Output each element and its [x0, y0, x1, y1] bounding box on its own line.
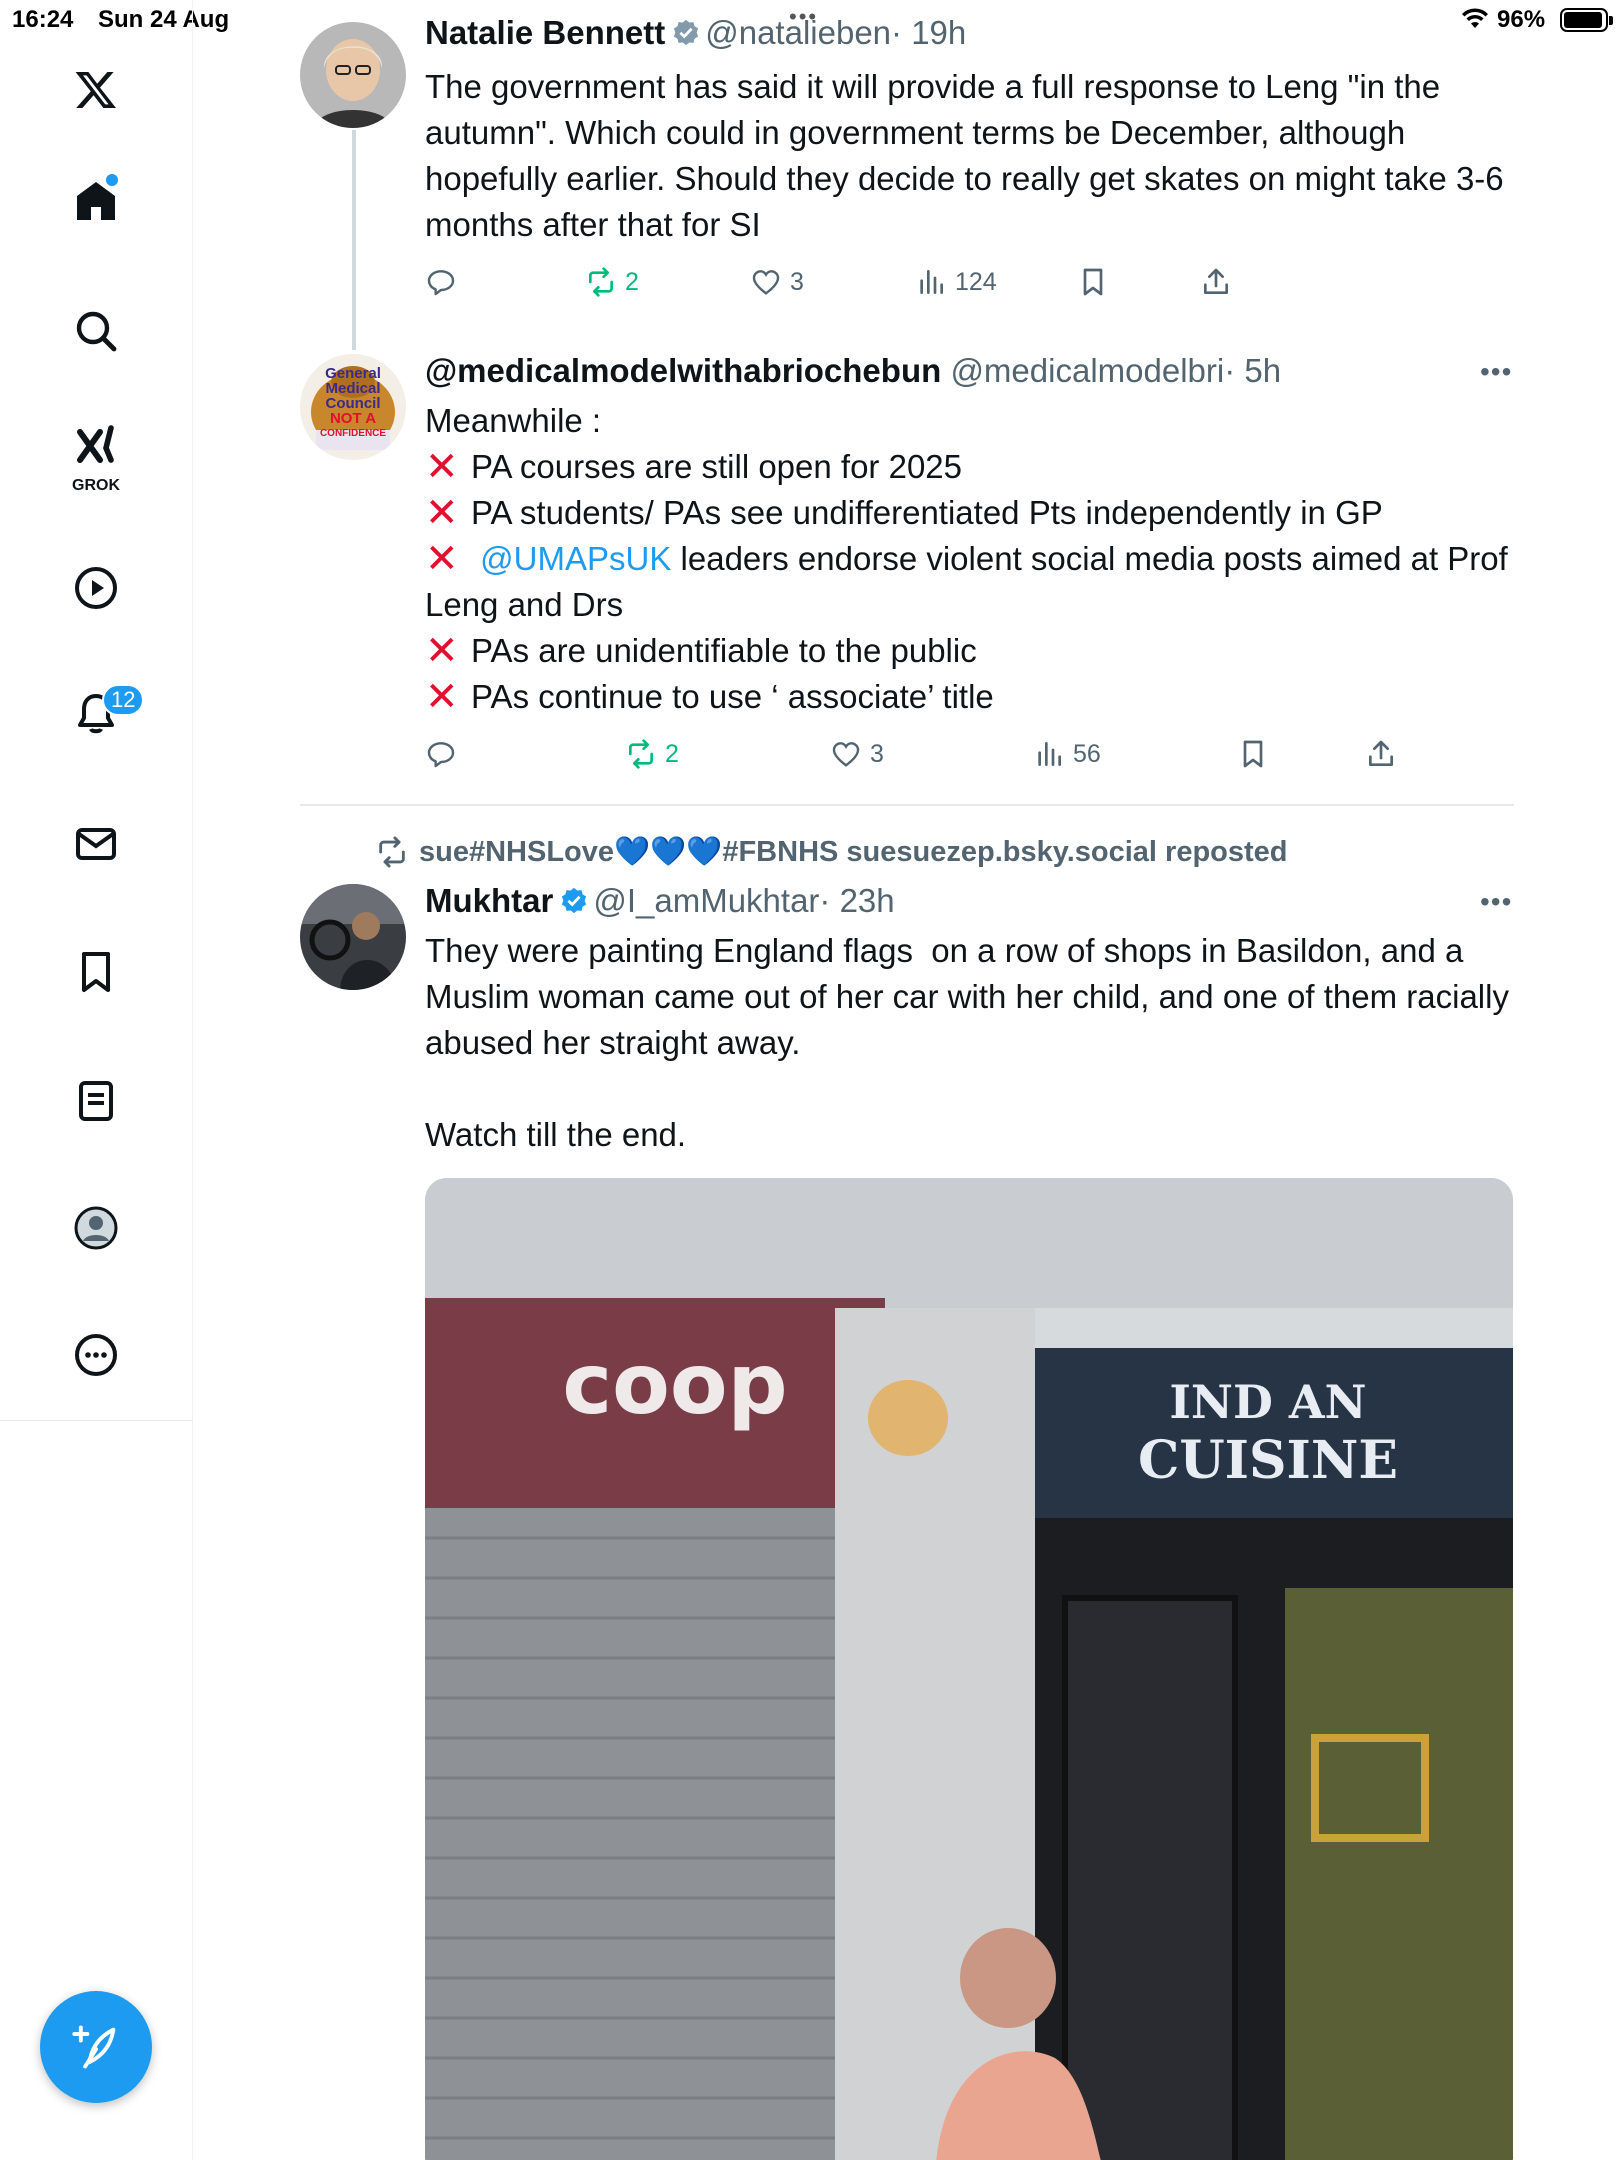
tweet-header: @medicalmodelwithabriochebun @medicalmod…	[425, 352, 1281, 390]
repost-button[interactable]: 2	[625, 738, 679, 770]
author-handle[interactable]: @natalieben	[705, 14, 891, 51]
x-logo-icon[interactable]	[55, 49, 137, 131]
tweet-video[interactable]: coop IND AN CUISINE	[425, 1178, 1513, 2160]
author-name[interactable]: @medicalmodelwithabriochebun	[425, 352, 941, 389]
compose-post-button[interactable]	[40, 1991, 152, 2103]
tweet-header: Natalie Bennett @natalieben· 19h	[425, 14, 966, 52]
bookmark-button[interactable]	[1077, 266, 1109, 298]
heart-icon	[832, 742, 860, 767]
author-name[interactable]: Natalie Bennett	[425, 14, 665, 51]
bookmarks-icon[interactable]	[55, 931, 137, 1013]
views-count: 124	[955, 267, 997, 296]
like-button[interactable]: 3	[830, 738, 884, 770]
avatar-natalie-bennett[interactable]	[300, 22, 406, 128]
reply-icon	[427, 270, 455, 296]
reposted-by-text: sue#NHSLove💙💙💙#FBNHS suesuezep.bsky.soci…	[419, 836, 1288, 868]
tweet-text: Meanwhile : ✕ PA courses are still open f…	[425, 398, 1525, 720]
avatar-mukhtar[interactable]	[300, 884, 406, 990]
notifications-badge: 12	[102, 684, 145, 716]
bullet-item: PAs are unidentifiable to the public	[471, 632, 977, 669]
reply-button[interactable]	[425, 738, 457, 770]
sidebar: GROK 12	[0, 0, 193, 2160]
repost-button[interactable]: 2	[585, 266, 639, 298]
tweet-more-icon[interactable]: •••	[1480, 356, 1512, 388]
bookmark-icon	[1083, 268, 1103, 296]
tweet-separator	[300, 804, 1514, 806]
wifi-icon	[1460, 6, 1490, 37]
heart-icon	[752, 270, 780, 295]
like-count: 3	[790, 267, 804, 296]
cross-mark-icon: ✕	[425, 675, 459, 719]
tweet-text-intro: Meanwhile :	[425, 402, 602, 439]
share-icon	[1204, 268, 1228, 294]
cross-mark-icon: ✕	[425, 445, 459, 489]
tweet-time: · 19h	[891, 14, 967, 51]
verified-badge-icon	[562, 887, 587, 914]
battery-percent: 96%	[1497, 6, 1546, 33]
verified-badge-icon	[674, 19, 699, 46]
share-icon	[1369, 740, 1393, 766]
repost-count: 2	[665, 739, 679, 768]
avatar-medicalmodel-text: General Medical Council NOT A CONFIDENCE	[319, 365, 387, 439]
views-button[interactable]: 124	[915, 266, 997, 298]
bullet-item: PAs continue to use ‘ associate’ title	[471, 678, 994, 715]
share-button[interactable]	[1200, 266, 1232, 298]
video-sign-indian: IND AN	[1169, 1375, 1366, 1429]
tweet-header: Mukhtar @I_amMukhtar· 23h	[425, 882, 895, 920]
reply-button[interactable]	[425, 266, 457, 298]
grok-label: GROK	[72, 477, 120, 494]
views-count: 56	[1073, 739, 1101, 768]
bullet-item: PA courses are still open for 2025	[471, 448, 963, 485]
tweet-actions: 2 3 124	[425, 266, 1425, 306]
sidebar-divider	[0, 1420, 193, 1421]
tweet-text: They were painting England flags on a ro…	[425, 932, 1509, 1153]
video-frame: coop IND AN CUISINE	[425, 1178, 1513, 2160]
mention-link[interactable]: @UMAPsUK	[480, 540, 671, 577]
author-handle[interactable]: @I_amMukhtar	[593, 882, 819, 919]
lists-icon[interactable]	[55, 1060, 137, 1142]
author-handle[interactable]: @medicalmodelbri	[950, 352, 1224, 389]
home-icon[interactable]	[55, 160, 137, 242]
bookmark-icon	[1243, 740, 1263, 768]
views-icon	[920, 270, 943, 294]
more-icon[interactable]	[55, 1314, 137, 1396]
views-button[interactable]: 56	[1033, 738, 1101, 770]
messages-icon[interactable]	[55, 803, 137, 885]
video-sign-coop: coop	[562, 1335, 787, 1433]
repost-count: 2	[625, 267, 639, 296]
tweet-time: · 23h	[819, 882, 895, 919]
cross-mark-icon: ✕	[425, 537, 459, 581]
thread-connector-line	[352, 130, 356, 350]
reply-icon	[427, 742, 455, 768]
tweet-text: The government has said it will provide …	[425, 68, 1513, 243]
grok-icon[interactable]	[55, 405, 137, 487]
repost-icon	[379, 836, 405, 868]
reposted-by-line[interactable]: sue#NHSLove💙💙💙#FBNHS suesuezep.bsky.soci…	[375, 835, 1288, 869]
share-button[interactable]	[1365, 738, 1397, 770]
tweet-time: · 5h	[1224, 352, 1282, 389]
cross-mark-icon: ✕	[425, 491, 459, 535]
profile-icon[interactable]	[55, 1187, 137, 1269]
like-button[interactable]: 3	[750, 266, 804, 298]
like-count: 3	[870, 739, 884, 768]
bullet-item: PA students/ PAs see undifferentiated Pt…	[471, 494, 1383, 531]
tweet-actions: 2 3 56	[425, 738, 1425, 778]
author-name[interactable]: Mukhtar	[425, 882, 553, 919]
compose-post-icon	[72, 2025, 116, 2069]
views-icon	[1038, 742, 1061, 766]
tweet-more-icon[interactable]: •••	[1480, 886, 1512, 918]
video-icon[interactable]	[55, 547, 137, 629]
cross-mark-icon: ✕	[425, 629, 459, 673]
home-notification-dot	[106, 174, 118, 186]
bookmark-button[interactable]	[1237, 738, 1269, 770]
repost-icon	[589, 267, 613, 297]
video-sign-cuisine: CUISINE	[1138, 1430, 1398, 1491]
search-icon[interactable]	[55, 290, 137, 372]
battery-icon	[1560, 8, 1613, 32]
repost-icon	[629, 739, 653, 769]
